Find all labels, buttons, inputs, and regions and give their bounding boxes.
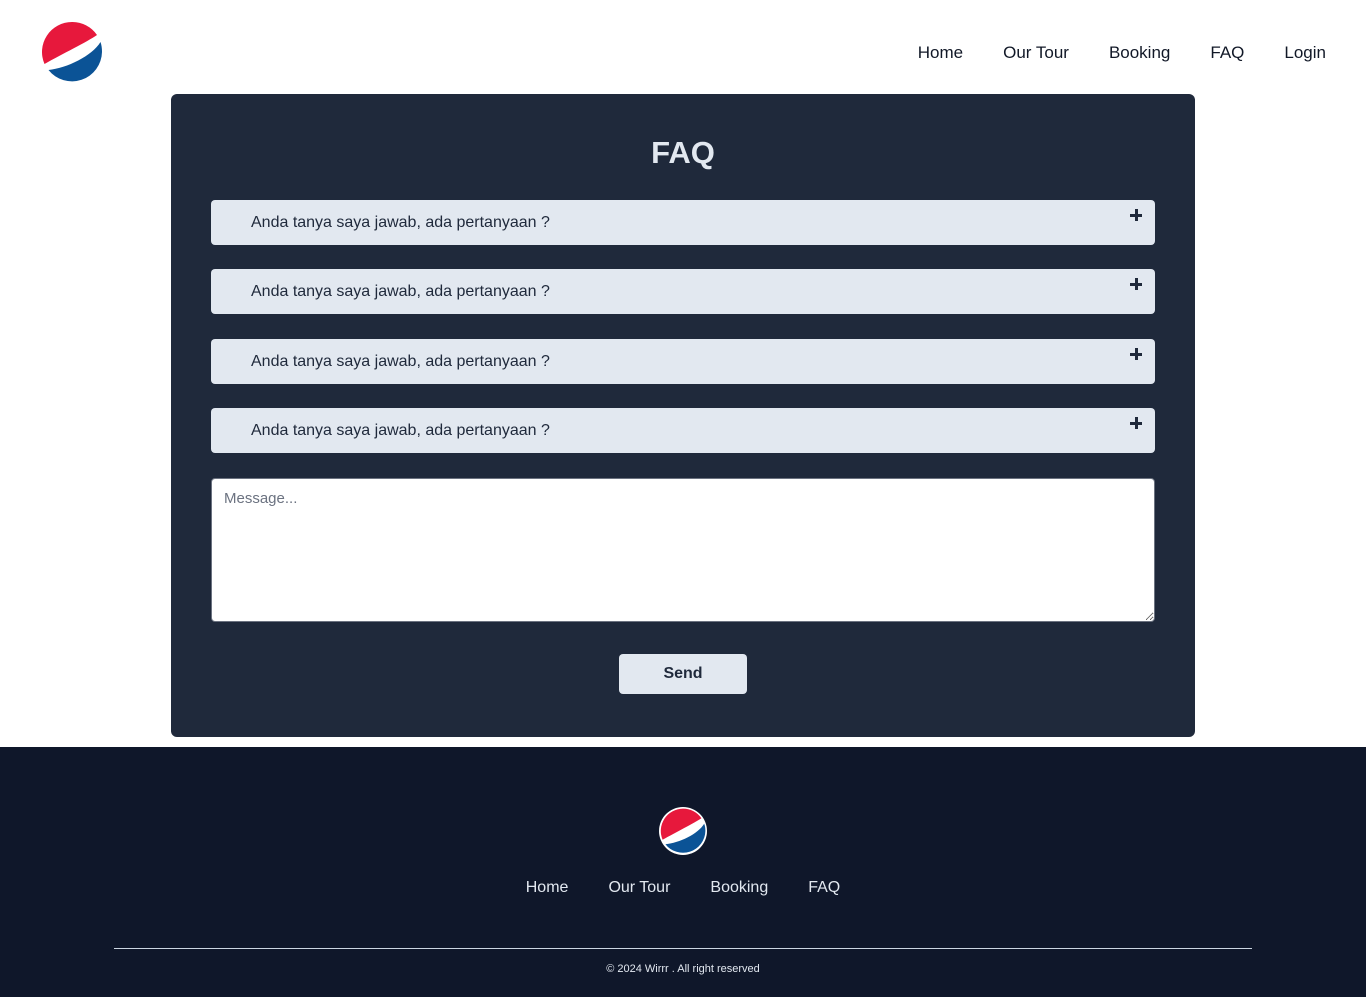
nav-faq[interactable]: FAQ (1210, 42, 1244, 64)
site-header: Home Our Tour Booking FAQ Login (0, 0, 1366, 94)
faq-title: FAQ (651, 135, 715, 170)
footer-nav-our-tour[interactable]: Our Tour (608, 878, 670, 898)
faq-question: Anda tanya saya jawab, ada pertanyaan ? (251, 353, 550, 370)
message-field[interactable] (211, 478, 1155, 622)
nav-login[interactable]: Login (1284, 42, 1326, 64)
logo-icon[interactable] (42, 22, 102, 82)
plus-icon[interactable] (1129, 277, 1143, 291)
logo-icon[interactable] (659, 807, 707, 855)
footer-nav-booking[interactable]: Booking (710, 878, 768, 898)
faq-item[interactable]: Anda tanya saya jawab, ada pertanyaan ? (211, 200, 1155, 245)
faq-card: FAQ Anda tanya saya jawab, ada pertanyaa… (171, 94, 1195, 737)
plus-icon[interactable] (1129, 208, 1143, 222)
faq-item[interactable]: Anda tanya saya jawab, ada pertanyaan ? (211, 408, 1155, 453)
nav-booking[interactable]: Booking (1109, 42, 1170, 64)
faq-question: Anda tanya saya jawab, ada pertanyaan ? (251, 422, 550, 439)
footer-nav-faq[interactable]: FAQ (808, 878, 840, 898)
main-nav: Home Our Tour Booking FAQ Login (918, 42, 1326, 64)
send-button[interactable]: Send (619, 654, 747, 694)
faq-question: Anda tanya saya jawab, ada pertanyaan ? (251, 214, 550, 231)
footer-divider (114, 948, 1252, 949)
faq-item[interactable]: Anda tanya saya jawab, ada pertanyaan ? (211, 339, 1155, 384)
nav-our-tour[interactable]: Our Tour (1003, 42, 1069, 64)
footer-nav-home[interactable]: Home (526, 878, 569, 898)
footer-nav: Home Our Tour Booking FAQ (0, 878, 1366, 898)
copyright-text: © 2024 Wirrr . All right reserved (606, 963, 760, 975)
nav-home[interactable]: Home (918, 42, 963, 64)
faq-item[interactable]: Anda tanya saya jawab, ada pertanyaan ? (211, 269, 1155, 314)
plus-icon[interactable] (1129, 347, 1143, 361)
faq-question: Anda tanya saya jawab, ada pertanyaan ? (251, 283, 550, 300)
site-footer: Home Our Tour Booking FAQ © 2024 Wirrr .… (0, 747, 1366, 997)
plus-icon[interactable] (1129, 416, 1143, 430)
